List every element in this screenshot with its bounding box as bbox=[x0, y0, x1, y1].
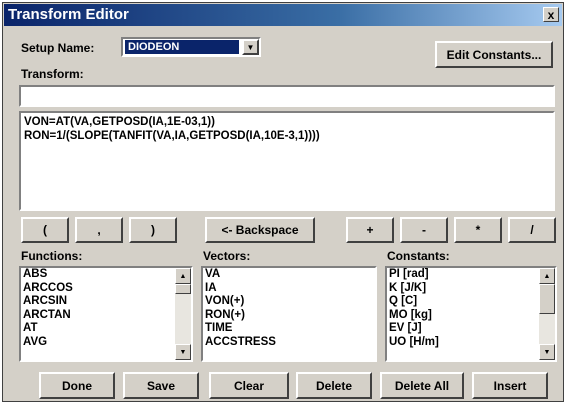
list-item[interactable]: ACCSTRESS bbox=[203, 336, 375, 350]
setup-name-value: DIODEON bbox=[125, 40, 239, 54]
list-item[interactable]: RON(+) bbox=[203, 309, 375, 323]
transform-editor-window: Transform Editor x Setup Name: DIODEON ▼… bbox=[2, 2, 564, 402]
transform-input[interactable] bbox=[19, 85, 555, 107]
list-item[interactable]: VON(+) bbox=[203, 295, 375, 309]
transform-line-2: RON=1/(SLOPE(TANFIT(VA,IA,GETPOSD(IA,10E… bbox=[24, 130, 320, 142]
plus-button[interactable]: + bbox=[346, 217, 394, 243]
transform-line-1: VON=AT(VA,GETPOSD(IA,1E-03,1)) bbox=[24, 116, 215, 128]
functions-list[interactable]: ABS ARCCOS ARCSIN ARCTAN AT AVG ▲ ▼ bbox=[19, 266, 193, 362]
scroll-up-icon[interactable]: ▲ bbox=[175, 268, 191, 284]
list-item[interactable]: PI [rad] bbox=[387, 268, 555, 282]
close-paren-button[interactable]: ) bbox=[129, 217, 177, 243]
scroll-thumb[interactable] bbox=[539, 284, 555, 314]
list-item[interactable]: AVG bbox=[21, 336, 191, 350]
list-item[interactable]: Q [C] bbox=[387, 295, 555, 309]
list-item[interactable]: ARCCOS bbox=[21, 282, 191, 296]
list-item[interactable]: MO [kg] bbox=[387, 309, 555, 323]
insert-button[interactable]: Insert bbox=[472, 372, 548, 399]
scroll-thumb[interactable] bbox=[175, 284, 191, 294]
delete-button[interactable]: Delete bbox=[296, 372, 372, 399]
edit-constants-button[interactable]: Edit Constants... bbox=[435, 41, 553, 68]
window-title: Transform Editor bbox=[8, 6, 129, 23]
list-item[interactable]: IA bbox=[203, 282, 375, 296]
delete-all-button[interactable]: Delete All bbox=[380, 372, 464, 399]
backspace-button[interactable]: <- Backspace bbox=[205, 217, 315, 243]
list-item[interactable]: UO [H/m] bbox=[387, 336, 555, 350]
minus-button[interactable]: - bbox=[400, 217, 448, 243]
list-item[interactable]: ARCTAN bbox=[21, 309, 191, 323]
list-item[interactable]: ABS bbox=[21, 268, 191, 282]
list-item[interactable]: EV [J] bbox=[387, 322, 555, 336]
scroll-down-icon[interactable]: ▼ bbox=[175, 344, 191, 360]
list-item[interactable]: K [J/K] bbox=[387, 282, 555, 296]
scroll-down-icon[interactable]: ▼ bbox=[539, 344, 555, 360]
constants-list[interactable]: PI [rad] K [J/K] Q [C] MO [kg] EV [J] UO… bbox=[385, 266, 557, 362]
setup-name-select[interactable]: DIODEON ▼ bbox=[121, 37, 261, 57]
vectors-label: Vectors: bbox=[203, 249, 251, 263]
functions-label: Functions: bbox=[21, 249, 83, 263]
divide-button[interactable]: / bbox=[508, 217, 556, 243]
functions-scrollbar[interactable]: ▲ ▼ bbox=[175, 268, 191, 360]
chevron-down-icon[interactable]: ▼ bbox=[242, 39, 259, 55]
title-bar: Transform Editor x bbox=[4, 4, 562, 26]
comma-button[interactable]: , bbox=[75, 217, 123, 243]
list-item[interactable]: TIME bbox=[203, 322, 375, 336]
multiply-button[interactable]: * bbox=[454, 217, 502, 243]
done-button[interactable]: Done bbox=[39, 372, 115, 399]
constants-scrollbar[interactable]: ▲ ▼ bbox=[539, 268, 555, 360]
setup-name-label: Setup Name: bbox=[21, 41, 95, 55]
list-item[interactable]: VA bbox=[203, 268, 375, 282]
clear-button[interactable]: Clear bbox=[209, 372, 289, 399]
vectors-list[interactable]: VA IA VON(+) RON(+) TIME ACCSTRESS bbox=[201, 266, 377, 362]
constants-label: Constants: bbox=[387, 249, 450, 263]
close-button[interactable]: x bbox=[543, 7, 559, 22]
transform-editor-area[interactable]: VON=AT(VA,GETPOSD(IA,1E-03,1)) RON=1/(SL… bbox=[19, 111, 555, 211]
save-button[interactable]: Save bbox=[123, 372, 199, 399]
transform-label: Transform: bbox=[21, 67, 84, 81]
open-paren-button[interactable]: ( bbox=[21, 217, 69, 243]
list-item[interactable]: ARCSIN bbox=[21, 295, 191, 309]
list-item[interactable]: AT bbox=[21, 322, 191, 336]
scroll-up-icon[interactable]: ▲ bbox=[539, 268, 555, 284]
